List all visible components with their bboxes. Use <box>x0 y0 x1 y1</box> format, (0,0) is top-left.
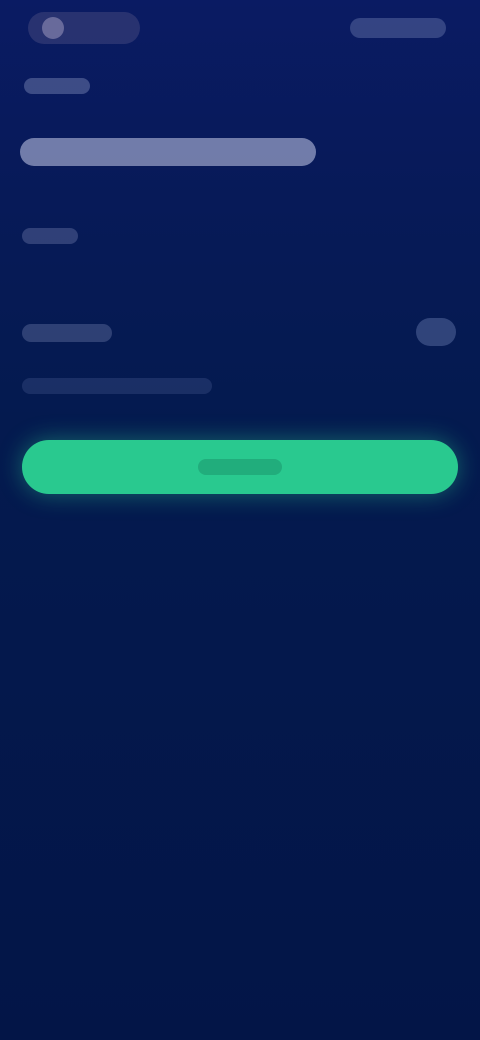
primary-button-label <box>198 459 282 475</box>
page-title <box>20 138 316 166</box>
primary-button[interactable] <box>22 440 458 494</box>
top-bar <box>0 0 480 56</box>
option-toggle[interactable] <box>416 318 456 346</box>
header-link[interactable] <box>350 18 446 38</box>
option-row[interactable] <box>0 306 480 362</box>
option-label <box>22 324 112 342</box>
helper-text <box>22 378 212 394</box>
app-logo[interactable] <box>28 12 140 44</box>
section-label <box>24 78 90 94</box>
field-label <box>22 228 78 244</box>
app-logo-icon <box>42 17 64 39</box>
blurred-app-screen <box>0 0 480 1040</box>
